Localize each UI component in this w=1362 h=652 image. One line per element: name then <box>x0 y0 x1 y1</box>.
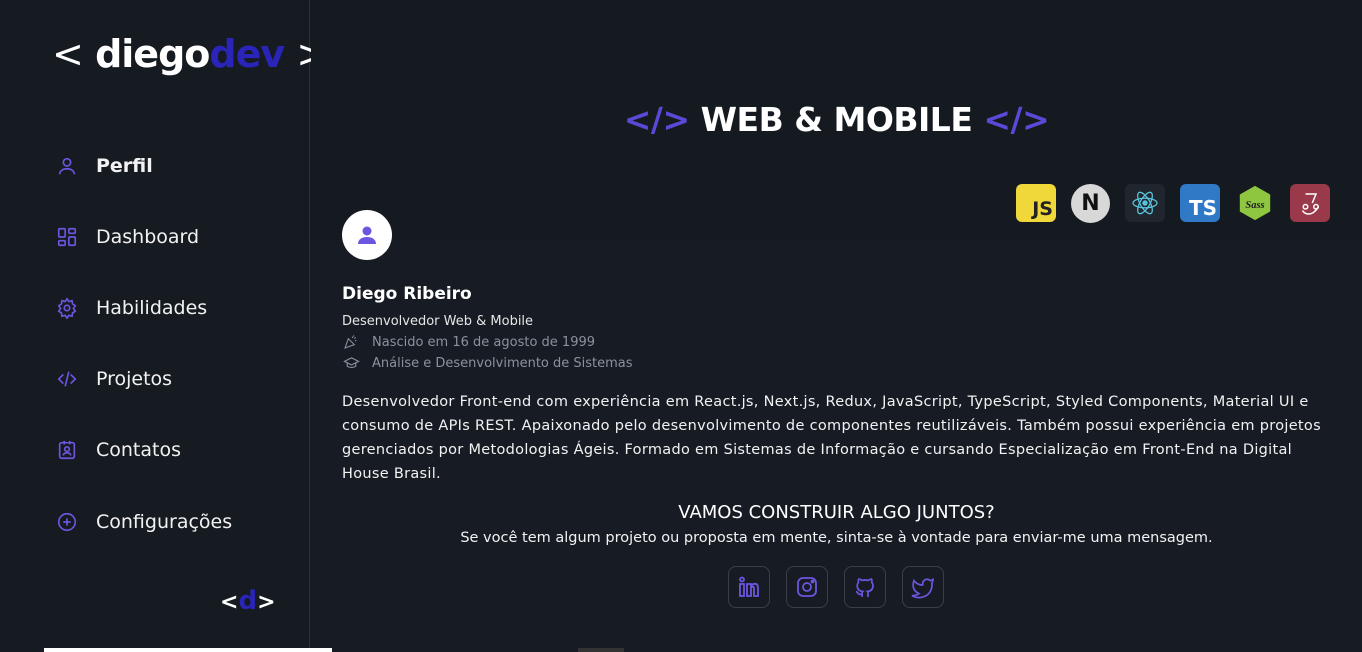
mini-logo-letter: d <box>238 586 258 616</box>
bottom-bar-segment <box>578 648 624 652</box>
typescript-icon: TS <box>1180 184 1220 222</box>
mini-logo-close: > <box>257 590 276 615</box>
logo-accent: dev <box>209 32 285 76</box>
birth-info: Nascido em 16 de agosto de 1999 <box>342 334 595 350</box>
avatar[interactable] <box>342 210 392 260</box>
twitter-button[interactable] <box>902 566 944 608</box>
code-close-icon: </> <box>983 100 1050 139</box>
code-icon <box>56 368 78 390</box>
sidebar-item-projetos[interactable]: Projetos <box>56 344 232 415</box>
twitter-icon <box>911 577 934 599</box>
sidebar-item-label: Projetos <box>96 368 173 391</box>
gear-icon <box>56 297 78 319</box>
sidebar-item-dashboard[interactable]: Dashboard <box>56 201 232 272</box>
sass-icon: Sass <box>1235 184 1275 222</box>
main-content: </> WEB & MOBILE </> JS N TS Sass Diego … <box>311 0 1362 652</box>
linkedin-button[interactable] <box>728 566 770 608</box>
github-button[interactable] <box>844 566 886 608</box>
cta-title: VAMOS CONSTRUIR ALGO JUNTOS? <box>678 502 995 523</box>
instagram-icon <box>797 577 817 597</box>
profile-banner: </> WEB & MOBILE </> JS N TS Sass <box>311 0 1362 240</box>
logo-name: diego <box>95 32 210 76</box>
sidebar-item-configuracoes[interactable]: Configurações <box>56 486 232 557</box>
svg-text:Sass: Sass <box>1245 200 1264 211</box>
logo-open-bracket: < <box>52 32 84 76</box>
sidebar-item-contatos[interactable]: Contatos <box>56 415 232 486</box>
instagram-button[interactable] <box>786 566 828 608</box>
birth-text: Nascido em 16 de agosto de 1999 <box>372 334 596 350</box>
cta-subtitle: Se você tem algum projeto ou proposta em… <box>460 530 1213 546</box>
linkedin-icon <box>739 576 759 597</box>
github-icon <box>855 578 874 597</box>
graduation-cap-icon <box>342 355 360 371</box>
plus-circle-icon <box>56 511 78 533</box>
js-icon: JS <box>1016 184 1056 222</box>
sidebar: < diegodev > Perfil Dashboard Habilidade… <box>0 0 328 652</box>
banner-title-text: WEB & MOBILE <box>700 100 973 139</box>
user-icon <box>56 155 78 177</box>
bottom-bar <box>44 648 332 652</box>
dashboard-icon <box>56 226 78 248</box>
nextjs-icon: N <box>1071 184 1110 223</box>
profile-name: Diego Ribeiro <box>342 284 472 304</box>
sidebar-item-label: Habilidades <box>96 296 208 319</box>
education-info: Análise e Desenvolvimento de Sistemas <box>342 355 633 371</box>
mini-logo-open: < <box>220 590 239 615</box>
tech-stack: JS N TS Sass <box>1016 184 1330 223</box>
education-text: Análise e Desenvolvimento de Sistemas <box>372 355 633 371</box>
party-popper-icon <box>342 334 360 350</box>
profile-bio: Desenvolvedor Front-end com experiência … <box>342 394 1321 482</box>
contact-card-icon <box>56 439 78 461</box>
jest-icon <box>1290 184 1330 222</box>
sidebar-nav: Perfil Dashboard Habilidades Projetos Co… <box>56 130 232 557</box>
sidebar-item-label: Dashboard <box>96 225 200 248</box>
sidebar-item-label: Configurações <box>96 510 233 533</box>
sidebar-item-perfil[interactable]: Perfil <box>56 130 232 201</box>
sidebar-item-habilidades[interactable]: Habilidades <box>56 272 232 343</box>
sidebar-item-label: Perfil <box>96 154 153 177</box>
react-icon <box>1125 184 1165 222</box>
social-links <box>728 566 944 608</box>
profile-role: Desenvolvedor Web & Mobile <box>342 314 534 329</box>
logo[interactable]: < diegodev > <box>52 32 328 76</box>
sidebar-item-label: Contatos <box>96 439 181 462</box>
mini-logo[interactable]: <d> <box>220 586 276 616</box>
banner-title: </> WEB & MOBILE </> <box>311 100 1362 139</box>
code-open-icon: </> <box>623 100 690 139</box>
